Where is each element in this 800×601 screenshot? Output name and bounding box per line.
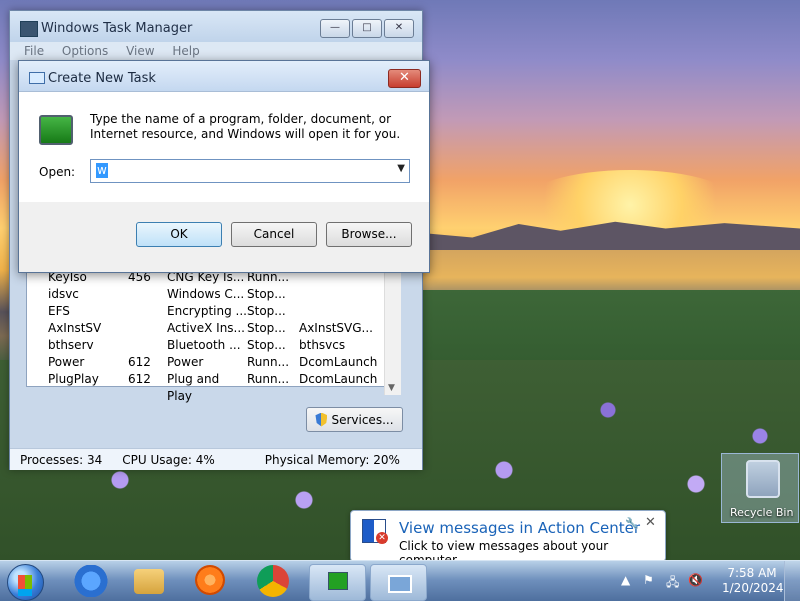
dialog-content: Type the name of a program, folder, docu… <box>19 92 429 202</box>
menu-file[interactable]: File <box>24 42 44 60</box>
service-description: ActiveX Ins... <box>167 321 245 335</box>
task-manager-icon <box>20 21 38 37</box>
service-pid <box>128 303 167 320</box>
task-manager-titlebar[interactable]: Windows Task Manager — □ ✕ <box>10 11 422 43</box>
show-hidden-icons-icon[interactable]: ▲ <box>621 573 630 587</box>
media-player-icon[interactable] <box>195 565 225 595</box>
service-description: Bluetooth ... <box>167 338 241 352</box>
clock-time: 7:58 AM <box>727 566 777 580</box>
services-list: KeyIso 456 CNG Key Is... Runn... idsvc W… <box>26 269 390 403</box>
service-name: bthserv <box>48 338 94 352</box>
service-description: Encrypting ... <box>167 304 247 318</box>
service-status: Stop... <box>247 304 286 318</box>
start-button[interactable] <box>7 564 44 601</box>
ok-button[interactable]: OK <box>136 222 222 247</box>
recycle-bin-shortcut[interactable]: Recycle Bin <box>721 453 799 523</box>
volume-mute-icon[interactable]: 🔇 <box>688 573 703 587</box>
system-tray: ▲ ⚑ 🖧 🔇 <box>617 568 737 594</box>
service-group: DcomLaunch <box>299 372 378 386</box>
menu-view[interactable]: View <box>126 42 154 60</box>
recycle-bin-icon <box>746 460 780 498</box>
service-pid <box>128 286 167 303</box>
clock[interactable]: 7:58 AM 1/20/2024 <box>722 566 784 596</box>
network-icon[interactable]: 🖧 <box>666 573 679 594</box>
service-description: Plug and Play <box>167 372 220 403</box>
service-description: Power <box>167 355 204 369</box>
service-name: PlugPlay <box>48 372 99 386</box>
services-button-label: Services... <box>331 412 394 427</box>
notification-title[interactable]: View messages in Action Center <box>399 519 640 537</box>
action-center-tray-icon[interactable]: ⚑ <box>643 573 654 587</box>
scroll-down-arrow-icon[interactable]: ▼ <box>388 383 395 393</box>
service-name: Power <box>48 355 85 369</box>
internet-explorer-icon[interactable] <box>74 565 108 597</box>
services-button[interactable]: Services... <box>306 407 403 432</box>
service-status: Stop... <box>247 321 286 335</box>
service-name: idsvc <box>48 287 79 301</box>
service-pid: 612 <box>128 355 151 369</box>
service-status: Runn... <box>247 372 290 386</box>
menu-options[interactable]: Options <box>62 42 108 60</box>
service-name: AxInstSV <box>48 321 102 335</box>
run-window-icon <box>29 72 45 84</box>
cancel-button[interactable]: Cancel <box>231 222 317 247</box>
create-new-task-dialog: Create New Task ✕ Type the name of a pro… <box>18 60 430 273</box>
computer-icon <box>39 115 73 145</box>
service-pid: 612 <box>128 372 151 386</box>
close-button[interactable]: ✕ <box>384 19 414 38</box>
open-combobox[interactable]: w ▼ <box>90 159 410 183</box>
wrench-icon[interactable]: 🔧 <box>625 517 639 530</box>
service-status: Runn... <box>247 355 290 369</box>
maximize-button[interactable]: □ <box>352 19 382 38</box>
table-row[interactable]: idsvc Windows C... Stop... <box>26 286 390 303</box>
clock-date: 1/20/2024 <box>722 581 784 595</box>
table-row[interactable]: EFS Encrypting ... Stop... <box>26 303 390 320</box>
error-icon: ✕ <box>376 532 388 544</box>
minimize-button[interactable]: — <box>320 19 350 38</box>
task-manager-title: Windows Task Manager <box>41 21 193 36</box>
service-pid <box>128 320 167 337</box>
table-row[interactable]: PlugPlay 612 Plug and Play Runn... DcomL… <box>26 371 390 403</box>
action-center-notification[interactable]: ✕ View messages in Action Center Click t… <box>350 510 666 567</box>
task-manager-menubar: File Options View Help <box>10 42 422 60</box>
task-manager-taskbar-button[interactable] <box>309 564 366 601</box>
shield-icon <box>315 412 328 427</box>
process-count: Processes: 34 <box>20 452 103 467</box>
dialog-buttons: OK Cancel Browse... <box>136 222 412 247</box>
folder-icon[interactable] <box>134 569 164 594</box>
service-status: Stop... <box>247 338 286 352</box>
notification-close-icon[interactable]: ✕ <box>645 515 656 530</box>
window-controls: — □ ✕ <box>320 19 414 38</box>
service-group <box>299 286 369 303</box>
service-name: EFS <box>48 304 70 318</box>
dialog-description: Type the name of a program, folder, docu… <box>90 112 401 141</box>
table-row[interactable]: Power 612 Power Runn... DcomLaunch <box>26 354 390 371</box>
service-status: Stop... <box>247 287 286 301</box>
dialog-close-button[interactable]: ✕ <box>388 69 421 88</box>
dialog-title: Create New Task <box>48 71 156 86</box>
dialog-titlebar[interactable]: Create New Task ✕ <box>19 61 429 92</box>
taskbar: ▲ ⚑ 🖧 🔇 7:58 AM 1/20/2024 <box>0 560 800 601</box>
menu-help[interactable]: Help <box>172 42 199 60</box>
status-bar: Processes: 34 CPU Usage: 4% Physical Mem… <box>10 448 422 470</box>
run-taskbar-button[interactable] <box>370 564 427 601</box>
service-group: AxInstSVG... <box>299 321 373 335</box>
browse-button[interactable]: Browse... <box>326 222 412 247</box>
table-row[interactable]: bthserv Bluetooth ... Stop... bthsvcs <box>26 337 390 354</box>
chrome-icon[interactable] <box>257 565 289 597</box>
physical-memory: Physical Memory: 20% <box>264 452 400 467</box>
open-label: Open: <box>39 165 76 179</box>
show-desktop-button[interactable] <box>784 561 800 601</box>
services-scrollbar[interactable]: ▼ <box>384 269 401 395</box>
open-input-value[interactable]: w <box>96 163 108 178</box>
service-group: DcomLaunch <box>299 355 378 369</box>
service-pid <box>128 337 167 354</box>
cpu-usage: CPU Usage: 4% <box>122 452 215 467</box>
service-group: bthsvcs <box>299 338 346 352</box>
dropdown-arrow-icon[interactable]: ▼ <box>397 163 405 174</box>
service-group <box>299 303 369 320</box>
recycle-bin-label: Recycle Bin <box>730 506 794 519</box>
service-description: Windows C... <box>167 287 245 301</box>
table-row[interactable]: AxInstSV ActiveX Ins... Stop... AxInstSV… <box>26 320 390 337</box>
